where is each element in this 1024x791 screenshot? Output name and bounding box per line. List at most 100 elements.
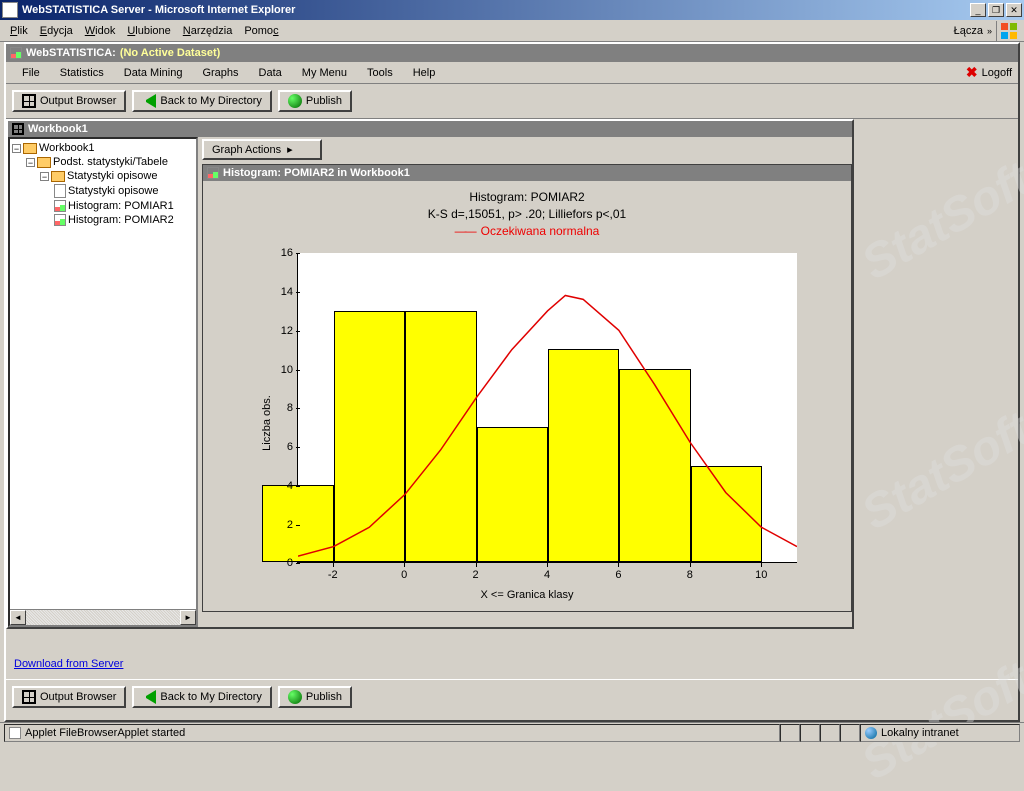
browser-menubar: Plik Edycja Widok Ulubione Narzędzia Pom… <box>0 20 1024 42</box>
watermark: StatSoft <box>853 402 1024 542</box>
y-tick-label: 10 <box>269 364 293 376</box>
zone-globe-icon <box>865 727 877 739</box>
collapse-icon[interactable]: − <box>40 172 49 181</box>
y-tick-mark <box>296 370 300 371</box>
output-browser-button[interactable]: Output Browser <box>12 90 126 112</box>
y-tick-label: 8 <box>269 402 293 414</box>
publish-button-bottom[interactable]: Publish <box>278 686 352 708</box>
y-tick-label: 6 <box>269 441 293 453</box>
output-browser-button-bottom[interactable]: Output Browser <box>12 686 126 708</box>
back-to-directory-button-bottom[interactable]: Back to My Directory <box>132 686 271 708</box>
publish-button[interactable]: Publish <box>278 90 352 112</box>
triangle-right-icon: ▸ <box>287 143 293 156</box>
menu-pomoc[interactable]: Pomoc <box>238 23 284 39</box>
status-zone: Lokalny intranet <box>860 724 1020 742</box>
app-icon <box>10 47 22 59</box>
browser-title: WebSTATISTICA Server - Microsoft Interne… <box>22 4 970 16</box>
y-tick-label: 4 <box>269 480 293 492</box>
x-tick-label: 8 <box>687 569 693 581</box>
grid-icon <box>22 690 36 704</box>
browser-statusbar: Applet FileBrowserApplet started Lokalny… <box>0 722 1024 742</box>
app-menu-data[interactable]: Data <box>249 65 292 81</box>
links-label[interactable]: Łącza <box>954 25 983 37</box>
histogram-icon <box>54 200 66 212</box>
menu-edycja[interactable]: Edycja <box>34 23 79 39</box>
workbook-window: Workbook1 −Workbook1 −Podst. statystyki/… <box>6 119 854 629</box>
app-titlebar: WebSTATISTICA: (No Active Dataset) <box>6 44 1018 62</box>
top-toolbar: Output Browser Back to My Directory Publ… <box>6 84 1018 119</box>
chart-legend: Oczekiwana normalna <box>211 223 843 240</box>
x-tick-label: -2 <box>328 569 338 581</box>
app-window: WebSTATISTICA: (No Active Dataset) File … <box>4 42 1020 722</box>
x-tick-mark <box>333 563 334 567</box>
globe-icon <box>288 690 302 704</box>
menu-plik[interactable]: Plik <box>4 23 34 39</box>
workbook-title: Workbook1 <box>28 123 88 135</box>
workbook-titlebar: Workbook1 <box>8 121 852 137</box>
collapse-icon[interactable]: − <box>12 144 21 153</box>
chevron-right-icon[interactable]: » <box>987 26 992 36</box>
applet-icon <box>9 727 21 739</box>
chart-subtitle: K-S d=,15051, p> .20; Lilliefors p<,01 <box>211 206 843 223</box>
y-tick-mark <box>296 331 300 332</box>
restore-button[interactable]: ❐ <box>988 3 1004 17</box>
y-tick-mark <box>296 408 300 409</box>
horizontal-scrollbar[interactable]: ◄ ► <box>10 609 196 625</box>
app-menu-tools[interactable]: Tools <box>357 65 403 81</box>
y-tick-mark <box>296 563 300 564</box>
tree-node-5[interactable]: Histogram: POMIAR2 <box>12 213 194 227</box>
status-cell <box>780 724 800 742</box>
chart-title: Histogram: POMIAR2 <box>211 189 843 206</box>
collapse-icon[interactable]: − <box>26 158 35 167</box>
x-tick-label: 4 <box>544 569 550 581</box>
ie-icon <box>2 2 18 18</box>
tree-node-1[interactable]: −Podst. statystyki/Tabele <box>12 155 194 169</box>
browser-titlebar: WebSTATISTICA Server - Microsoft Interne… <box>0 0 1024 20</box>
x-tick-mark <box>404 563 405 567</box>
arrow-left-icon <box>142 94 156 108</box>
app-menu-help[interactable]: Help <box>403 65 446 81</box>
x-tick-label: 0 <box>401 569 407 581</box>
download-from-server-link[interactable]: Download from Server <box>14 658 123 670</box>
y-tick-label: 0 <box>269 557 293 569</box>
app-menu-statistics[interactable]: Statistics <box>50 65 114 81</box>
x-tick-mark <box>476 563 477 567</box>
tree-panel[interactable]: −Workbook1 −Podst. statystyki/Tabele −St… <box>8 137 198 627</box>
y-tick-label: 12 <box>269 325 293 337</box>
app-menu-file[interactable]: File <box>12 65 50 81</box>
scroll-left-button[interactable]: ◄ <box>10 610 26 625</box>
x-tick-mark <box>690 563 691 567</box>
app-menu-mymenu[interactable]: My Menu <box>292 65 357 81</box>
tree-node-3[interactable]: Statystyki opisowe <box>12 183 194 199</box>
minimize-button[interactable]: _ <box>970 3 986 17</box>
arrow-left-icon <box>142 690 156 704</box>
menu-widok[interactable]: Widok <box>79 23 122 39</box>
bottom-toolbar: Output Browser Back to My Directory Publ… <box>6 679 1018 714</box>
menu-narzedzia[interactable]: Narzędzia <box>177 23 239 39</box>
chart-area: Histogram: POMIAR2 K-S d=,15051, p> .20;… <box>203 181 851 611</box>
plot-wrap: Liczba obs. 0246810121416 -20246810 X <=… <box>247 243 807 603</box>
graph-actions-button[interactable]: Graph Actions▸ <box>202 139 322 160</box>
folder-icon <box>23 143 37 154</box>
app-menu-graphs[interactable]: Graphs <box>192 65 248 81</box>
tree-node-4[interactable]: Histogram: POMIAR1 <box>12 199 194 213</box>
scroll-right-button[interactable]: ► <box>180 610 196 625</box>
app-menu-datamining[interactable]: Data Mining <box>114 65 193 81</box>
close-button[interactable]: ✕ <box>1006 3 1022 17</box>
scroll-track[interactable] <box>26 610 180 625</box>
logoff-button[interactable]: ✖Logoff <box>966 64 1012 81</box>
menu-ulubione[interactable]: Ulubione <box>121 23 176 39</box>
x-axis-label: X <= Granica klasy <box>481 589 574 601</box>
app-title: WebSTATISTICA: <box>26 47 116 59</box>
graph-window: Histogram: POMIAR2 in Workbook1 Histogra… <box>202 164 852 612</box>
back-to-directory-button[interactable]: Back to My Directory <box>132 90 271 112</box>
status-cell <box>800 724 820 742</box>
y-tick-mark <box>296 486 300 487</box>
tree-root[interactable]: −Workbook1 <box>12 141 194 155</box>
right-pane: Graph Actions▸ Histogram: POMIAR2 in Wor… <box>198 137 852 627</box>
tree-node-2[interactable]: −Statystyki opisowe <box>12 169 194 183</box>
x-tick-mark <box>761 563 762 567</box>
status-cell <box>820 724 840 742</box>
histogram-icon <box>207 167 219 179</box>
content-area: Workbook1 −Workbook1 −Podst. statystyki/… <box>6 119 1018 131</box>
